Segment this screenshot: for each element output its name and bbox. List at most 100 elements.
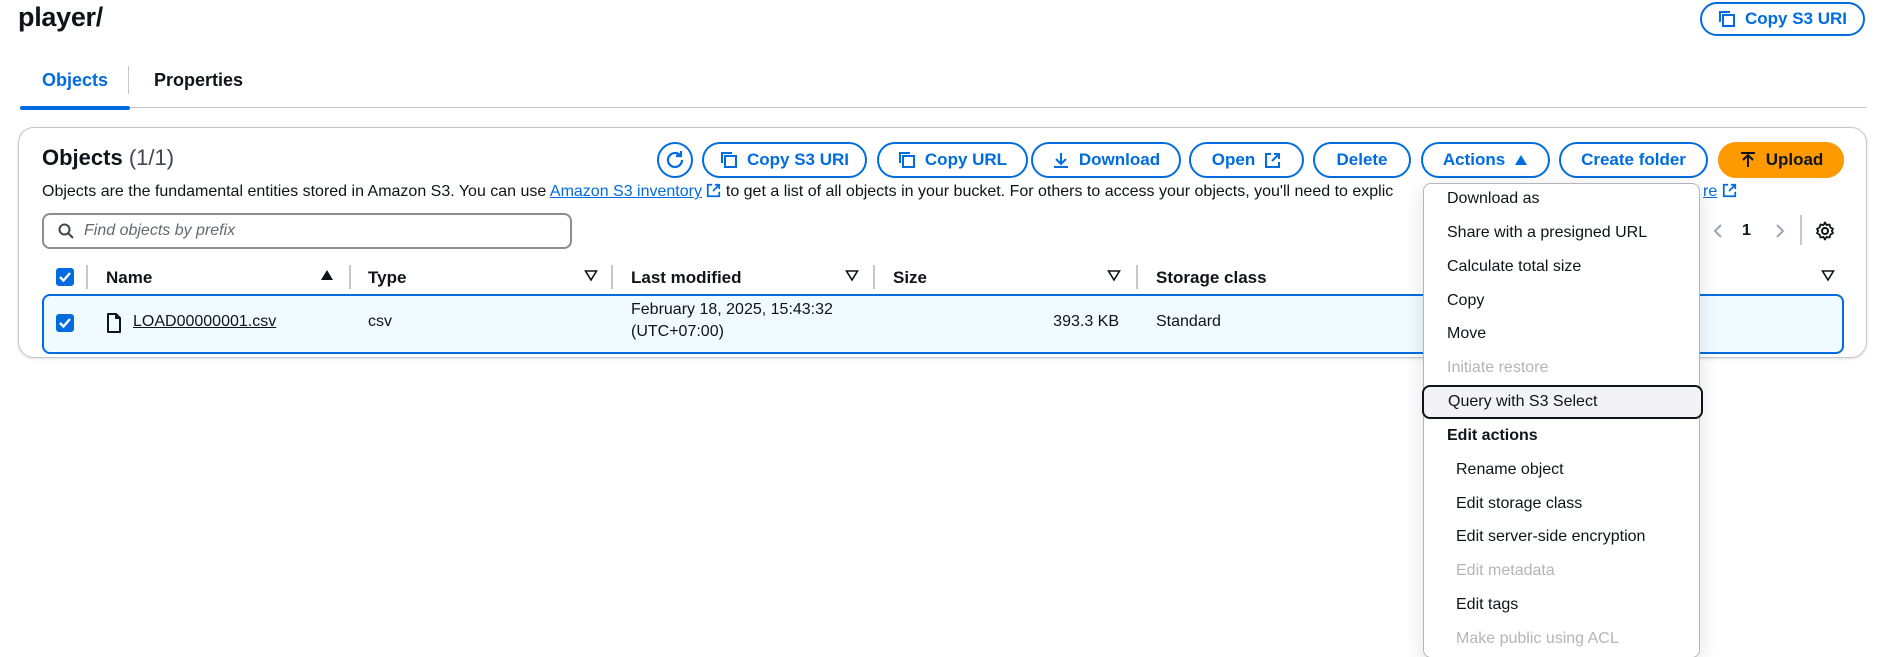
- copy-icon: [898, 152, 915, 168]
- copy-icon: [1718, 11, 1735, 27]
- menu-item-calculate-total-size[interactable]: Calculate total size: [1424, 252, 1701, 282]
- menu-item-download-as[interactable]: Download as: [1424, 184, 1701, 214]
- upload-label: Upload: [1765, 150, 1824, 169]
- gear-icon[interactable]: [1815, 221, 1835, 241]
- description-tail: re: [1703, 183, 1737, 201]
- previous-page-icon[interactable]: [1712, 223, 1724, 239]
- object-last-modified: February 18, 2025, 15:43:32 (UTC+07:00): [631, 301, 833, 341]
- tab-properties[interactable]: Properties: [154, 70, 264, 108]
- menu-item-label: Edit storage class: [1456, 495, 1583, 512]
- actions-button[interactable]: Actions: [1421, 142, 1550, 178]
- header-copy-s3-uri-label: Copy S3 URI: [1744, 9, 1848, 28]
- column-header-storage-class[interactable]: Storage class: [1156, 266, 1267, 290]
- select-all-checkbox[interactable]: [56, 268, 74, 286]
- s3-inventory-link[interactable]: Amazon S3 inventory: [550, 183, 702, 200]
- refresh-button[interactable]: [657, 142, 693, 178]
- menu-item-label: Edit metadata: [1456, 562, 1555, 579]
- create-folder-button[interactable]: Create folder: [1559, 142, 1708, 178]
- sort-ascending-icon[interactable]: [320, 268, 334, 282]
- sort-icon[interactable]: [845, 268, 859, 282]
- next-page-icon[interactable]: [1774, 223, 1786, 239]
- tab-properties-label: Properties: [154, 70, 244, 90]
- menu-item-copy[interactable]: Copy: [1424, 286, 1701, 316]
- copy-s3-uri-button[interactable]: Copy S3 URI: [702, 142, 867, 178]
- copy-url-label: Copy URL: [924, 150, 1008, 169]
- menu-item-query-s3-select[interactable]: Query with S3 Select: [1422, 385, 1703, 419]
- menu-item-label: Calculate total size: [1447, 258, 1582, 275]
- pager-divider: [1800, 215, 1802, 245]
- sort-icon[interactable]: [1821, 268, 1835, 282]
- description-tail-link[interactable]: re: [1703, 183, 1717, 200]
- object-name-link[interactable]: LOAD00000001.csv: [133, 313, 276, 331]
- menu-item-label: Copy: [1447, 292, 1485, 309]
- delete-label: Delete: [1336, 150, 1388, 169]
- menu-item-label: Edit server-side encryption: [1456, 528, 1646, 545]
- menu-item-label: Edit tags: [1456, 596, 1519, 613]
- copy-icon: [720, 152, 737, 168]
- file-icon: [107, 313, 121, 333]
- open-button[interactable]: Open: [1189, 142, 1304, 178]
- caret-up-icon: [1515, 155, 1528, 165]
- search-icon: [58, 223, 74, 239]
- upload-button[interactable]: Upload: [1718, 142, 1844, 178]
- column-divider: [349, 265, 351, 289]
- external-link-icon: [1265, 152, 1281, 168]
- column-divider: [86, 265, 88, 289]
- column-header-last-modified[interactable]: Last modified: [631, 266, 742, 290]
- description-middle: to get a list of all objects in your buc…: [721, 183, 1394, 200]
- delete-button[interactable]: Delete: [1313, 142, 1411, 178]
- search-input[interactable]: Find objects by prefix: [42, 213, 572, 249]
- menu-item-label: Share with a presigned URL: [1447, 224, 1648, 241]
- menu-item-label: Rename object: [1456, 461, 1564, 478]
- column-divider: [1136, 265, 1138, 289]
- menu-item-label: Query with S3 Select: [1448, 393, 1598, 410]
- menu-item-move[interactable]: Move: [1424, 319, 1701, 349]
- create-folder-label: Create folder: [1581, 150, 1686, 169]
- download-button[interactable]: Download: [1031, 142, 1181, 178]
- row-checkbox[interactable]: [56, 314, 74, 332]
- copy-s3-uri-label: Copy S3 URI: [746, 150, 850, 169]
- menu-item-edit-storage-class[interactable]: Edit storage class: [1424, 489, 1701, 519]
- download-icon: [1053, 153, 1068, 168]
- search-placeholder: Find objects by prefix: [84, 222, 236, 239]
- objects-heading-text: Objects: [42, 145, 123, 170]
- menu-item-rename-object[interactable]: Rename object: [1424, 455, 1701, 485]
- header-copy-s3-uri-button[interactable]: Copy S3 URI: [1700, 2, 1865, 36]
- menu-item-edit-encryption[interactable]: Edit server-side encryption: [1424, 522, 1701, 552]
- objects-description: Objects are the fundamental entities sto…: [42, 183, 1393, 201]
- external-link-icon: [707, 183, 721, 198]
- column-divider: [873, 265, 875, 289]
- object-size: 393.3 KB: [1053, 313, 1119, 330]
- page-title: player/: [18, 2, 103, 32]
- menu-item-label: Move: [1447, 325, 1487, 342]
- tab-bar: Objects Properties: [20, 66, 1867, 110]
- sort-icon[interactable]: [584, 268, 598, 282]
- menu-item-label: Initiate restore: [1447, 359, 1549, 376]
- copy-url-button[interactable]: Copy URL: [877, 142, 1028, 178]
- upload-icon: [1740, 152, 1755, 167]
- menu-item-share-presigned-url[interactable]: Share with a presigned URL: [1424, 218, 1701, 248]
- column-header-type[interactable]: Type: [368, 266, 406, 290]
- last-modified-timezone: (UTC+07:00): [631, 323, 724, 340]
- actions-menu: Download as Share with a presigned URL C…: [1422, 183, 1703, 657]
- check-icon: [59, 318, 71, 329]
- menu-item-label: Make public using ACL: [1456, 630, 1619, 647]
- object-storage-class: Standard: [1156, 313, 1221, 330]
- tab-divider: [128, 66, 129, 94]
- menu-item-label: Download as: [1447, 190, 1540, 207]
- column-header-size[interactable]: Size: [893, 266, 927, 290]
- column-header-name[interactable]: Name: [106, 266, 152, 290]
- tab-objects-label: Objects: [41, 70, 109, 90]
- menu-item-edit-tags[interactable]: Edit tags: [1424, 590, 1701, 620]
- object-type: csv: [368, 313, 392, 330]
- objects-heading: Objects (1/1): [42, 145, 174, 171]
- menu-group-label: Edit actions: [1447, 427, 1538, 444]
- sort-icon[interactable]: [1107, 268, 1121, 282]
- menu-item-make-public-acl: Make public using ACL: [1424, 624, 1701, 654]
- external-link-icon: [1722, 183, 1736, 198]
- menu-item-edit-metadata: Edit metadata: [1424, 556, 1701, 586]
- actions-label: Actions: [1442, 150, 1506, 169]
- page-number[interactable]: 1: [1742, 222, 1751, 240]
- download-label: Download: [1078, 150, 1161, 169]
- tab-objects[interactable]: Objects: [20, 70, 130, 110]
